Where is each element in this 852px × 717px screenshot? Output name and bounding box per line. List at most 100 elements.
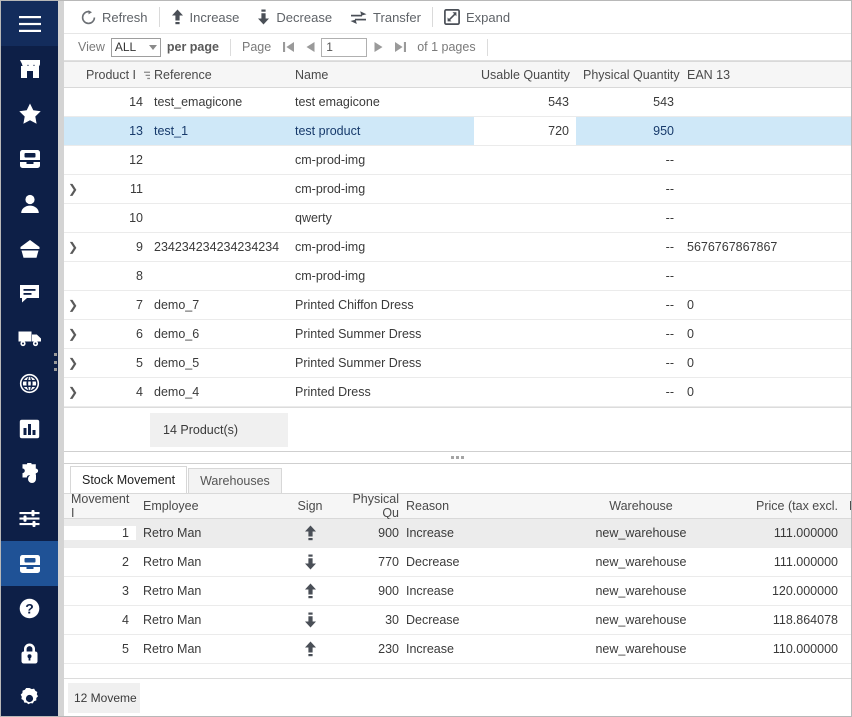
usable-quantity-editor[interactable]: 720	[474, 117, 576, 145]
cell-reason: Increase	[406, 642, 556, 656]
table-row[interactable]: 3Retro Man900Increasenew_warehouse120.00…	[64, 577, 851, 606]
sidebar-item-stock[interactable]	[1, 541, 58, 586]
cell-name: cm-prod-img	[288, 269, 474, 283]
expand-row-icon[interactable]: ❯	[64, 240, 82, 254]
column-header-warehouse[interactable]: Warehouse	[556, 499, 726, 513]
sidebar-item-help[interactable]: ?	[1, 586, 58, 631]
column-header-reason[interactable]: Reason	[406, 499, 556, 513]
column-header-sign[interactable]: Sign	[286, 499, 334, 513]
cell-reference: test_1	[150, 124, 288, 138]
decrease-button[interactable]: Decrease	[248, 5, 341, 29]
cell-reference: demo_4	[150, 385, 288, 399]
expand-row-icon[interactable]: ❯	[64, 327, 82, 341]
tab-stock-movement[interactable]: Stock Movement	[70, 466, 187, 493]
table-row[interactable]: ❯4demo_4Printed Dress--0	[64, 378, 851, 407]
sidebar-item-messages[interactable]	[1, 271, 58, 316]
cell-price: 111.000000	[726, 526, 844, 540]
sidebar-item-localization[interactable]	[1, 361, 58, 406]
cell-warehouse: new_warehouse	[556, 555, 726, 569]
table-row[interactable]: ❯5demo_5Printed Summer Dress--0	[64, 349, 851, 378]
inbox-icon	[19, 554, 41, 574]
table-row[interactable]: ❯9234234234234234234cm-prod-img--5676767…	[64, 233, 851, 262]
prev-page-icon	[305, 41, 316, 53]
table-row[interactable]: 5Retro Man230Increasenew_warehouse110.00…	[64, 635, 851, 664]
panel-splitter[interactable]	[64, 451, 851, 464]
movements-grid-footer: 12 Moveme	[64, 678, 851, 716]
cell-usable-quantity[interactable]: 720	[474, 117, 576, 145]
cell-name: Printed Dress	[288, 385, 474, 399]
table-row[interactable]: 4Retro Man30Decreasenew_warehouse118.864…	[64, 606, 851, 635]
gear-icon	[19, 688, 40, 709]
table-row[interactable]: 1Retro Man900Increasenew_warehouse111.00…	[64, 519, 851, 548]
sidebar-splitter[interactable]	[52, 353, 58, 371]
prev-page-button[interactable]	[299, 37, 321, 57]
next-page-button[interactable]	[367, 37, 389, 57]
sidebar-item-stats[interactable]	[1, 406, 58, 451]
menu-toggle[interactable]	[1, 1, 58, 46]
sidebar-item-shop[interactable]	[1, 46, 58, 91]
cell-reference: demo_6	[150, 327, 288, 341]
table-row[interactable]: 14test_emagiconetest emagicone543543	[64, 88, 851, 117]
table-row[interactable]: ❯7demo_7Printed Chiffon Dress--0	[64, 291, 851, 320]
refresh-button[interactable]: Refresh	[72, 5, 157, 29]
sidebar-item-preferences[interactable]	[1, 496, 58, 541]
cell-reference: 234234234234234234	[150, 240, 288, 254]
column-header-movement-id[interactable]: Movement I	[64, 492, 136, 520]
sidebar-item-settings[interactable]	[1, 676, 58, 717]
expand-row-icon[interactable]: ❯	[64, 356, 82, 370]
cell-price: 120.000000	[726, 584, 844, 598]
refresh-icon	[81, 10, 96, 25]
table-row[interactable]: 13test_1test product720950	[64, 117, 851, 146]
column-header-physical-quantity[interactable]: Physical Quantity	[576, 68, 681, 82]
arrow-down-icon	[257, 9, 270, 25]
column-header-usable-quantity[interactable]: Usable Quantity	[474, 68, 576, 82]
column-header-reference[interactable]: Reference	[150, 68, 288, 82]
cell-physical-quantity: 900	[334, 526, 406, 540]
transfer-button[interactable]: Transfer	[341, 5, 430, 29]
column-header-last[interactable]: Last	[844, 499, 851, 513]
sidebar-item-shipping[interactable]	[1, 316, 58, 361]
arrow-up-icon	[304, 641, 317, 657]
column-header-product-id[interactable]: Product I	[82, 68, 150, 82]
cell-product-id: 4	[82, 385, 150, 399]
cell-physical-quantity: --	[576, 240, 681, 254]
cell-price: 118.864078	[726, 613, 844, 627]
products-grid-header: Product I Reference Name Usable Quantity…	[64, 62, 851, 88]
table-row[interactable]: 2Retro Man770Decreasenew_warehouse111.00…	[64, 548, 851, 577]
main-content: Refresh Increase Decrease	[64, 1, 851, 716]
sidebar-item-orders[interactable]	[1, 136, 58, 181]
column-header-name[interactable]: Name	[288, 68, 474, 82]
expand-row-icon[interactable]: ❯	[64, 182, 82, 196]
pagination-bar: View ALL per page Page	[64, 34, 851, 61]
sidebar-item-security[interactable]	[1, 631, 58, 676]
cell-name: qwerty	[288, 211, 474, 225]
expand-row-icon[interactable]: ❯	[64, 298, 82, 312]
cell-product-id: 5	[82, 356, 150, 370]
cell-product-id: 14	[82, 95, 150, 109]
column-header-price[interactable]: Price (tax excl.	[726, 499, 844, 513]
per-page-select[interactable]: ALL	[111, 38, 161, 57]
last-page-button[interactable]	[389, 37, 411, 57]
cell-movement-id: 3	[64, 584, 136, 598]
sidebar-item-favorites[interactable]	[1, 91, 58, 136]
column-header-physical-quantity[interactable]: Physical Qu	[334, 492, 406, 520]
expand-button[interactable]: Expand	[435, 5, 519, 29]
cell-name: cm-prod-img	[288, 240, 474, 254]
cell-name: test emagicone	[288, 95, 474, 109]
table-row[interactable]: 12cm-prod-img--	[64, 146, 851, 175]
cell-reason: Increase	[406, 526, 556, 540]
expand-row-icon[interactable]: ❯	[64, 385, 82, 399]
sidebar-item-catalog[interactable]	[1, 226, 58, 271]
sidebar-item-modules[interactable]	[1, 451, 58, 496]
table-row[interactable]: ❯11cm-prod-img--	[64, 175, 851, 204]
first-page-button[interactable]	[277, 37, 299, 57]
sidebar-item-customers[interactable]	[1, 181, 58, 226]
page-input[interactable]	[321, 38, 367, 57]
column-header-employee[interactable]: Employee	[136, 499, 286, 513]
table-row[interactable]: ❯6demo_6Printed Summer Dress--0	[64, 320, 851, 349]
table-row[interactable]: 8cm-prod-img--	[64, 262, 851, 291]
table-row[interactable]: 10qwerty--	[64, 204, 851, 233]
tab-warehouses[interactable]: Warehouses	[188, 468, 282, 493]
column-header-ean13[interactable]: EAN 13	[681, 68, 851, 82]
increase-button[interactable]: Increase	[162, 5, 249, 29]
